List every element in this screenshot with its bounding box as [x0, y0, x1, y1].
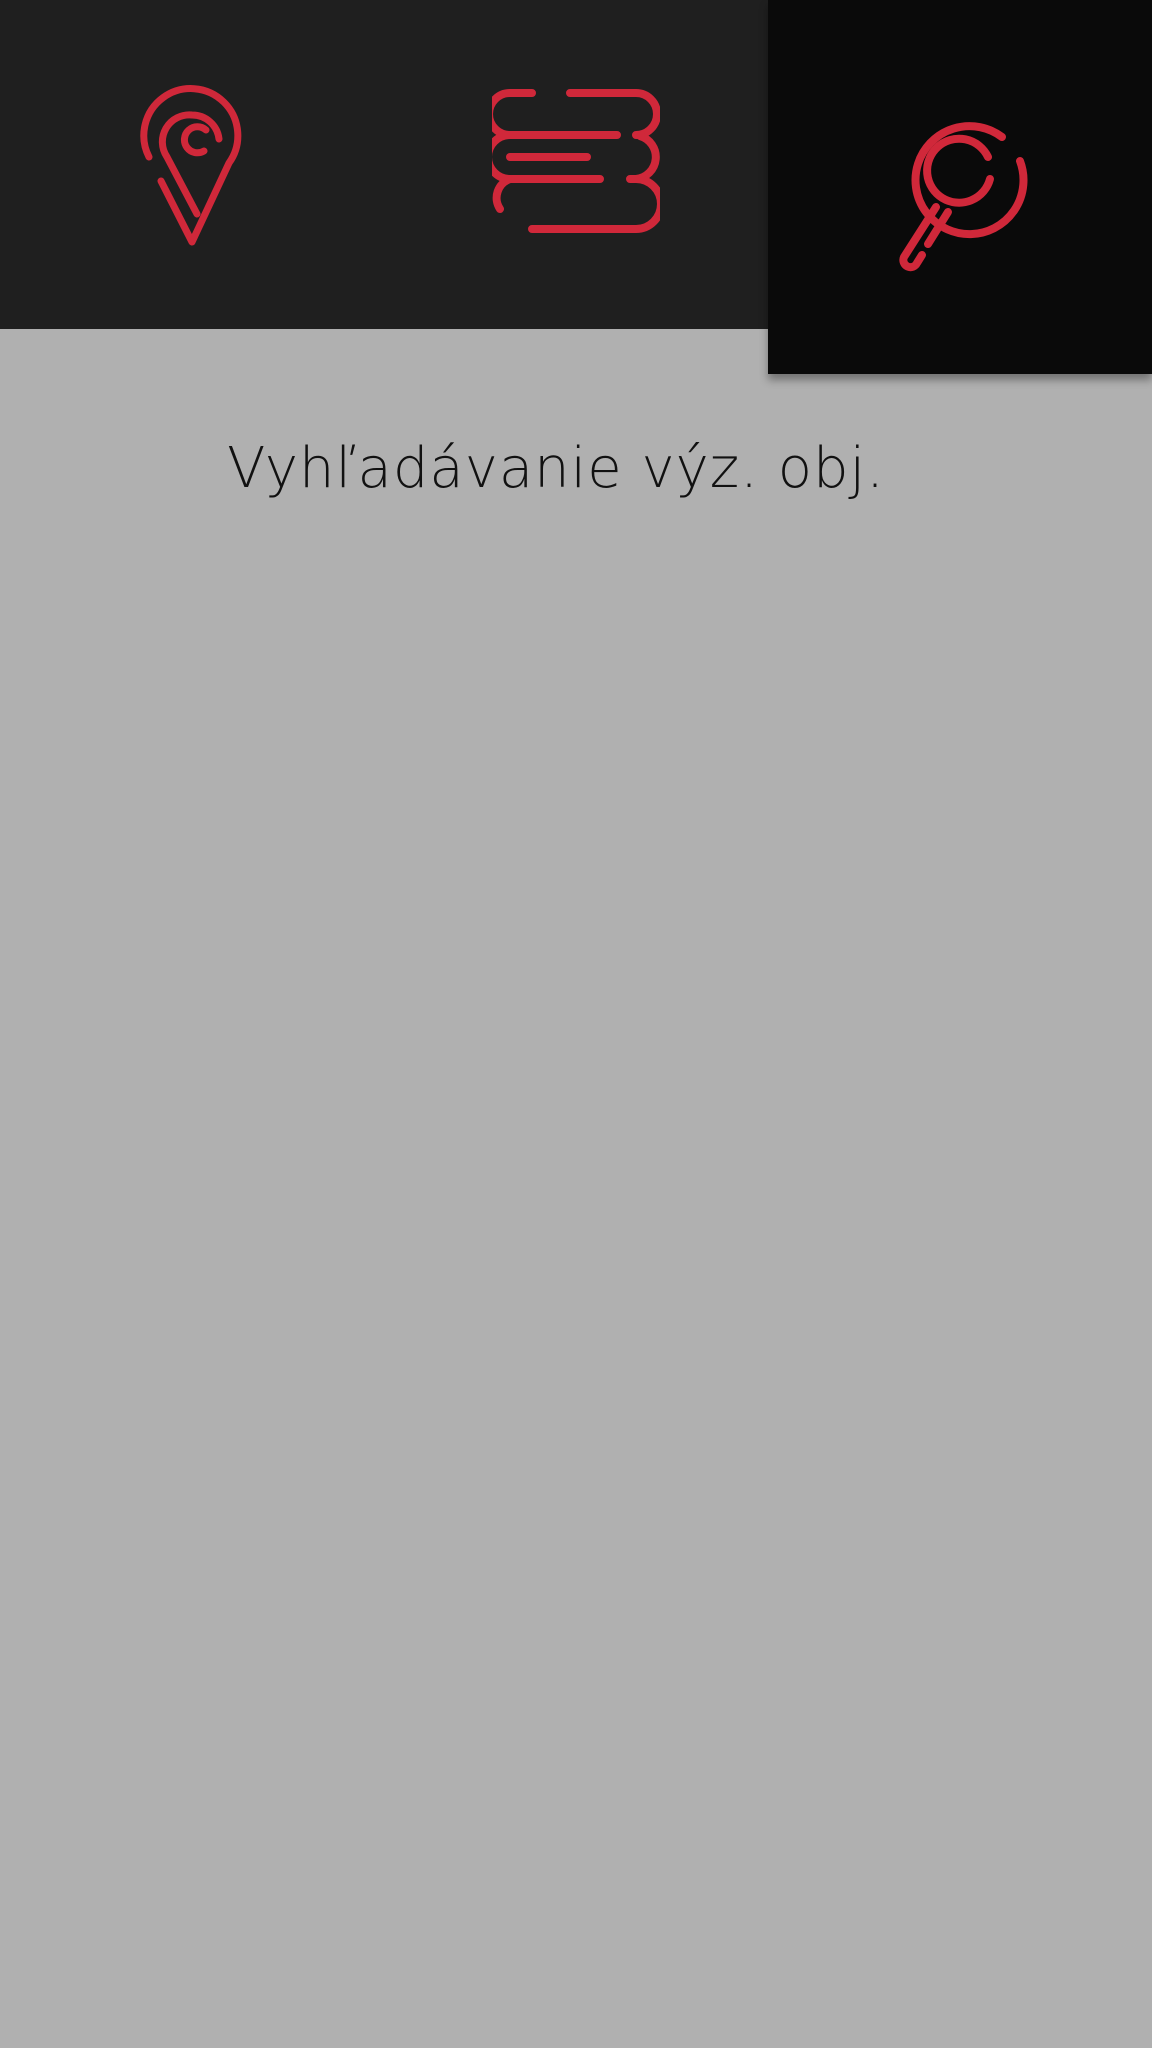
top-nav-bar	[0, 0, 1152, 374]
tab-map[interactable]	[0, 0, 384, 329]
map-pin-icon	[137, 77, 247, 253]
app-screen: Vyhľadávanie výz. obj.	[0, 0, 1152, 2048]
tab-search[interactable]	[768, 0, 1152, 374]
page-title: Vyhľadávanie výz. obj.	[227, 436, 885, 501]
search-icon	[890, 97, 1030, 277]
tab-list[interactable]	[384, 0, 768, 329]
list-menu-icon	[492, 85, 660, 245]
